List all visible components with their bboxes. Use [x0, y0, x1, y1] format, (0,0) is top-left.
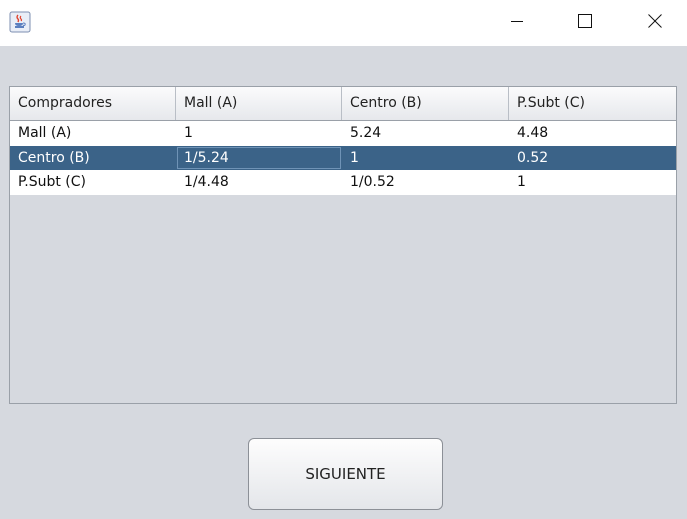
- table-cell[interactable]: 5.24: [342, 121, 509, 146]
- minimize-button[interactable]: [494, 0, 540, 46]
- title-bar[interactable]: [0, 0, 687, 46]
- table-header: Compradores Mall (A) Centro (B) P.Subt (…: [10, 87, 676, 121]
- maximize-button[interactable]: [562, 0, 608, 46]
- comparison-table[interactable]: Compradores Mall (A) Centro (B) P.Subt (…: [9, 86, 677, 404]
- table-cell[interactable]: Mall (A): [10, 121, 176, 146]
- table-row-selected[interactable]: Centro (B) 1/5.24 1 0.52: [10, 145, 676, 171]
- app-window: Compradores Mall (A) Centro (B) P.Subt (…: [0, 0, 687, 519]
- table-row[interactable]: Mall (A) 1 5.24 4.48: [10, 121, 676, 146]
- column-header-psubt[interactable]: P.Subt (C): [509, 87, 676, 120]
- close-icon: [647, 13, 663, 33]
- column-header-mall[interactable]: Mall (A): [176, 87, 342, 120]
- table-body: Mall (A) 1 5.24 4.48 Centro (B) 1/5.24 1…: [10, 121, 676, 195]
- java-cup-icon: [9, 11, 31, 33]
- minimize-icon: [509, 13, 525, 33]
- column-header-centro[interactable]: Centro (B): [342, 87, 509, 120]
- table-cell-focused[interactable]: 1/5.24: [176, 146, 342, 171]
- table-cell[interactable]: 0.52: [509, 146, 676, 171]
- column-header-compradores[interactable]: Compradores: [10, 87, 176, 120]
- table-cell[interactable]: 1: [342, 146, 509, 171]
- maximize-icon: [577, 13, 593, 33]
- table-cell[interactable]: 1/0.52: [342, 170, 509, 195]
- table-cell[interactable]: 1/4.48: [176, 170, 342, 195]
- table-cell[interactable]: P.Subt (C): [10, 170, 176, 195]
- table-cell[interactable]: 1: [509, 170, 676, 195]
- table-cell[interactable]: 1: [176, 121, 342, 146]
- close-button[interactable]: [632, 0, 678, 46]
- table-cell[interactable]: 4.48: [509, 121, 676, 146]
- siguiente-button[interactable]: SIGUIENTE: [248, 438, 443, 510]
- table-row[interactable]: P.Subt (C) 1/4.48 1/0.52 1: [10, 170, 676, 195]
- table-cell[interactable]: Centro (B): [10, 146, 176, 171]
